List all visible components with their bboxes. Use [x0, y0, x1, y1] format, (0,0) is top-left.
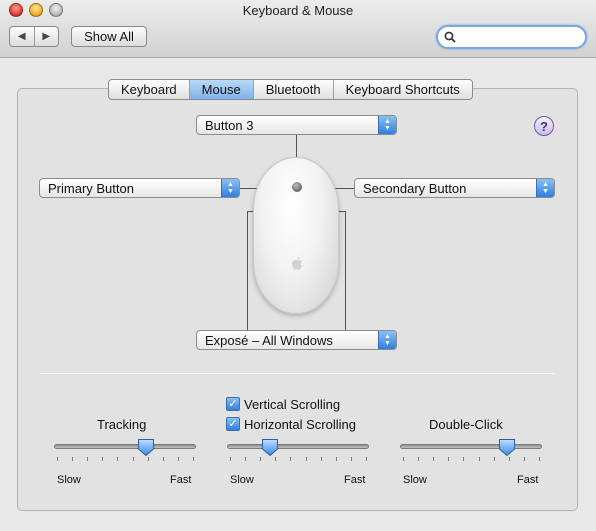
side-button-popup[interactable]: Exposé – All Windows ▲ ▼ [196, 330, 397, 350]
connector-line [247, 211, 248, 331]
button3-popup-label: Button 3 [205, 117, 254, 133]
double-click-slow-label: Slow [403, 474, 427, 486]
slider-tick [102, 457, 104, 461]
connector-line [345, 211, 346, 331]
slider-tick [523, 457, 525, 461]
tab-bluetooth[interactable]: Bluetooth [252, 80, 333, 99]
tab-bar: Keyboard Mouse Bluetooth Keyboard Shortc… [108, 79, 473, 100]
slider-tick [57, 457, 58, 461]
double-click-label: Double-Click [429, 417, 503, 432]
window-title: Keyboard & Mouse [242, 3, 354, 18]
search-icon [444, 31, 456, 43]
tab-mouse[interactable]: Mouse [188, 80, 253, 99]
scroll-ball-icon [292, 182, 302, 192]
popup-arrows-icon: ▲ ▼ [378, 331, 396, 349]
tracking-fast-label: Fast [170, 474, 192, 486]
apple-logo-icon [291, 257, 302, 270]
slider-tick [418, 457, 420, 461]
slider-track[interactable] [400, 444, 542, 449]
show-all-button[interactable]: Show All [71, 26, 147, 47]
slider-tick [403, 457, 404, 461]
scrolling-fast-label: Fast [344, 474, 366, 486]
slider-tick [448, 457, 450, 461]
slider-tick [132, 457, 134, 461]
checkmark-icon: ✓ [228, 418, 238, 430]
slider-tick [177, 457, 179, 461]
search-field[interactable] [436, 25, 587, 49]
slider-tick [162, 457, 164, 461]
slider-tick [147, 457, 149, 461]
slider-tick [320, 457, 322, 461]
section-divider [40, 373, 555, 374]
slider-tick [508, 457, 510, 461]
slider-tick [260, 457, 262, 461]
popup-arrows-icon: ▲ ▼ [378, 116, 396, 134]
scrolling-slow-label: Slow [230, 474, 254, 486]
secondary-button-popup[interactable]: Secondary Button ▲ ▼ [354, 178, 555, 198]
search-input[interactable] [458, 29, 578, 45]
slider-tick [539, 457, 540, 461]
slider-tick [433, 457, 435, 461]
tracking-slow-label: Slow [57, 474, 81, 486]
slider-knob-icon[interactable] [498, 438, 516, 457]
help-button[interactable]: ? [534, 116, 554, 136]
slider-tick [275, 457, 277, 461]
popup-arrows-icon: ▲ ▼ [536, 179, 554, 197]
popup-arrows-icon: ▲ ▼ [221, 179, 239, 197]
horizontal-scrolling-checkbox[interactable]: ✓ [226, 417, 240, 431]
vertical-scrolling-checkbox[interactable]: ✓ [226, 397, 240, 411]
slider-tick [87, 457, 89, 461]
secondary-button-popup-label: Secondary Button [363, 180, 467, 196]
slider-track[interactable] [54, 444, 196, 449]
preferences-window: Keyboard & Mouse ◀ ▶ Show All Keyboard M… [0, 0, 596, 531]
tab-keyboard[interactable]: Keyboard [109, 80, 189, 99]
side-button-popup-label: Exposé – All Windows [205, 332, 333, 348]
slider-tick [478, 457, 480, 461]
slider-tick [305, 457, 307, 461]
button3-popup[interactable]: Button 3 ▲ ▼ [196, 115, 397, 135]
mighty-mouse-image [253, 157, 339, 314]
slider-tick [335, 457, 337, 461]
slider-tick [366, 457, 367, 461]
tab-keyboard-shortcuts[interactable]: Keyboard Shortcuts [332, 80, 472, 99]
tracking-label: Tracking [97, 417, 147, 432]
slider-knob-icon[interactable] [137, 438, 155, 457]
slider-tick [245, 457, 247, 461]
slider-knob-icon[interactable] [261, 438, 279, 457]
horizontal-scrolling-label: Horizontal Scrolling [244, 417, 356, 432]
back-forward-control: ◀ ▶ [9, 26, 59, 47]
vertical-scrolling-label: Vertical Scrolling [244, 397, 341, 412]
double-click-fast-label: Fast [517, 474, 539, 486]
slider-tick [290, 457, 292, 461]
slider-track[interactable] [227, 444, 369, 449]
slider-tick [493, 457, 495, 461]
slider-tick [72, 457, 74, 461]
slider-tick [350, 457, 352, 461]
slider-tick [193, 457, 194, 461]
primary-button-popup-label: Primary Button [48, 180, 134, 196]
back-arrow-icon[interactable]: ◀ [10, 27, 34, 46]
checkmark-icon: ✓ [228, 398, 238, 410]
forward-arrow-icon[interactable]: ▶ [33, 27, 59, 46]
slider-tick [463, 457, 465, 461]
slider-tick [230, 457, 231, 461]
primary-button-popup[interactable]: Primary Button ▲ ▼ [39, 178, 240, 198]
slider-tick [117, 457, 119, 461]
toolbar: Keyboard & Mouse ◀ ▶ Show All [0, 0, 596, 58]
